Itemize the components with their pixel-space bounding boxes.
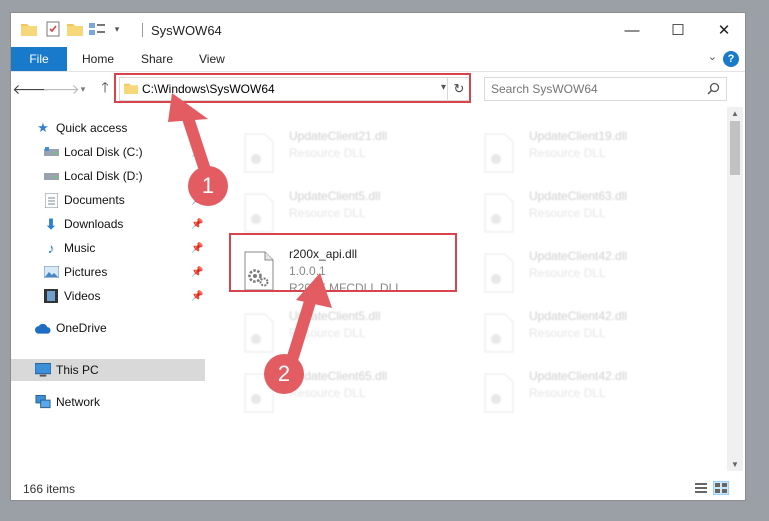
step-marker-1: 1	[188, 166, 228, 206]
step-marker-2: 2	[264, 354, 304, 394]
annotation-arrows	[168, 93, 332, 366]
